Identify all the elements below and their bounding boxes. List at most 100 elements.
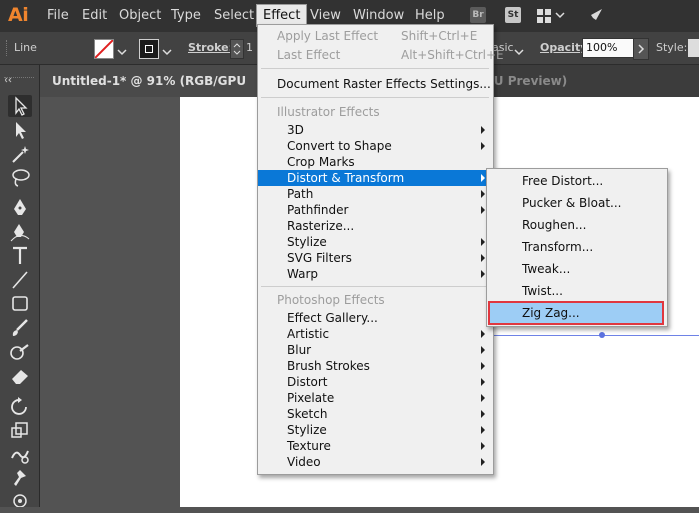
bridge-button[interactable]: Br bbox=[470, 7, 486, 23]
stroke-dropdown-icon[interactable] bbox=[162, 42, 172, 61]
menu-item-3d[interactable]: 3D bbox=[258, 122, 493, 138]
menu-item-texture[interactable]: Texture bbox=[258, 438, 493, 454]
menu-item-effect-gallery[interactable]: Effect Gallery... bbox=[258, 310, 493, 326]
menu-help[interactable]: Help bbox=[415, 8, 445, 23]
submenu-arrow-icon bbox=[481, 458, 485, 466]
pen-tool-icon[interactable] bbox=[8, 197, 32, 219]
rotate-tool-icon[interactable] bbox=[8, 395, 32, 417]
submenu-arrow-icon bbox=[481, 206, 485, 214]
document-tab-2[interactable]: PU Preview) bbox=[485, 65, 567, 97]
submenu-item-label: Tweak... bbox=[522, 262, 571, 276]
shaper-tool-icon[interactable] bbox=[8, 341, 32, 363]
menu-item-brush-strokes[interactable]: Brush Strokes bbox=[258, 358, 493, 374]
submenu-item-twist[interactable]: Twist... bbox=[490, 281, 662, 301]
menu-item-warp[interactable]: Warp bbox=[258, 266, 493, 282]
stroke-label[interactable]: Stroke: bbox=[188, 41, 233, 54]
apply-last-effect-item[interactable]: Apply Last Effect Shift+Ctrl+E bbox=[258, 28, 493, 44]
submenu-item-zig-zag[interactable]: Zig Zag... bbox=[488, 301, 664, 325]
free-transform-tool-icon[interactable] bbox=[8, 491, 32, 513]
menu-edit[interactable]: Edit bbox=[82, 8, 107, 23]
eraser-tool-icon[interactable] bbox=[8, 365, 32, 387]
menu-item-svg-filters[interactable]: SVG Filters bbox=[258, 250, 493, 266]
submenu-item-pucker-bloat[interactable]: Pucker & Bloat... bbox=[490, 193, 662, 213]
photoshop-effects-label: Photoshop Effects bbox=[277, 293, 385, 307]
submenu-item-label: Twist... bbox=[522, 284, 563, 298]
document-tab[interactable]: Untitled-1* @ 91% (RGB/GPU Preview) bbox=[40, 65, 270, 120]
control-grip bbox=[6, 40, 9, 56]
stock-button[interactable]: St bbox=[505, 7, 521, 23]
menu-item-convert-to-shape[interactable]: Convert to Shape bbox=[258, 138, 493, 154]
menu-item-label: Convert to Shape bbox=[287, 139, 392, 153]
stroke-swatch[interactable] bbox=[139, 39, 159, 59]
submenu-arrow-icon bbox=[481, 442, 485, 450]
last-effect-item[interactable]: Last Effect Alt+Shift+Ctrl+E bbox=[258, 47, 504, 63]
selected-line-path[interactable] bbox=[490, 335, 699, 336]
feature-rocket-icon[interactable] bbox=[585, 6, 605, 30]
fill-swatch[interactable] bbox=[94, 39, 114, 59]
menu-item-video[interactable]: Video bbox=[258, 454, 493, 470]
menu-item-blur[interactable]: Blur bbox=[258, 342, 493, 358]
last-effect-shortcut: Alt+Shift+Ctrl+E bbox=[401, 48, 504, 62]
selection-tool-icon[interactable] bbox=[8, 95, 32, 117]
fill-dropdown-icon[interactable] bbox=[117, 42, 127, 61]
line-tool-icon[interactable] bbox=[8, 269, 32, 291]
workspace-layout-icon[interactable] bbox=[537, 8, 565, 28]
menu-separator bbox=[261, 68, 489, 69]
menu-item-artistic[interactable]: Artistic bbox=[258, 326, 493, 342]
type-tool-icon[interactable] bbox=[8, 245, 32, 267]
warp-tool-icon[interactable] bbox=[8, 443, 32, 465]
scale-tool-icon[interactable] bbox=[8, 419, 32, 441]
lasso-tool-icon[interactable] bbox=[8, 167, 32, 189]
menu-item-pixelate[interactable]: Pixelate bbox=[258, 390, 493, 406]
menu-item-label: Stylize bbox=[287, 423, 327, 437]
menu-separator bbox=[261, 286, 489, 287]
direct-selection-tool-icon[interactable] bbox=[8, 119, 32, 141]
magic-wand-tool-icon[interactable] bbox=[8, 143, 32, 165]
submenu-arrow-icon bbox=[481, 426, 485, 434]
path-center-point[interactable] bbox=[599, 332, 605, 338]
menu-item-label: Distort & Transform bbox=[287, 171, 405, 185]
panel-collapse-icon[interactable] bbox=[4, 68, 33, 83]
profile-dropdown-icon[interactable] bbox=[514, 42, 524, 61]
menu-type[interactable]: Type bbox=[171, 8, 201, 23]
rectangle-tool-icon[interactable] bbox=[8, 293, 32, 315]
curvature-tool-icon[interactable] bbox=[8, 221, 32, 243]
submenu-item-transform[interactable]: Transform... bbox=[490, 237, 662, 257]
menu-item-distort[interactable]: Distort bbox=[258, 374, 493, 390]
opacity-input[interactable]: 100% bbox=[582, 38, 635, 58]
menu-item-stylize-ps[interactable]: Stylize bbox=[258, 422, 493, 438]
stroke-weight-value[interactable]: 1 bbox=[246, 41, 253, 54]
menu-object[interactable]: Object bbox=[119, 8, 161, 23]
menu-select[interactable]: Select bbox=[214, 8, 254, 23]
document-raster-effects-item[interactable]: Document Raster Effects Settings... bbox=[258, 76, 493, 92]
paintbrush-tool-icon[interactable] bbox=[8, 317, 32, 339]
menu-item-stylize[interactable]: Stylize bbox=[258, 234, 493, 250]
menu-item-label: Effect Gallery... bbox=[287, 311, 378, 325]
submenu-item-roughen[interactable]: Roughen... bbox=[490, 215, 662, 235]
graphic-style-swatch[interactable] bbox=[688, 39, 699, 57]
last-effect-label: Last Effect bbox=[277, 48, 341, 62]
submenu-item-label: Pucker & Bloat... bbox=[522, 196, 622, 210]
submenu-item-label: Roughen... bbox=[522, 218, 587, 232]
puppet-warp-tool-icon[interactable] bbox=[8, 467, 32, 489]
menu-file[interactable]: File bbox=[47, 8, 69, 23]
menu-item-crop-marks[interactable]: Crop Marks bbox=[258, 154, 493, 170]
tools-panel bbox=[0, 65, 40, 507]
submenu-arrow-icon bbox=[481, 238, 485, 246]
menu-item-distort-transform[interactable]: Distort & Transform bbox=[258, 170, 493, 186]
submenu-item-tweak[interactable]: Tweak... bbox=[490, 259, 662, 279]
menu-item-pathfinder[interactable]: Pathfinder bbox=[258, 202, 493, 218]
menu-view[interactable]: View bbox=[310, 8, 341, 23]
menu-item-path[interactable]: Path bbox=[258, 186, 493, 202]
menu-item-sketch[interactable]: Sketch bbox=[258, 406, 493, 422]
submenu-arrow-icon bbox=[481, 190, 485, 198]
submenu-item-free-distort[interactable]: Free Distort... bbox=[490, 171, 662, 191]
submenu-arrow-icon bbox=[481, 254, 485, 262]
menu-item-rasterize[interactable]: Rasterize... bbox=[258, 218, 493, 234]
opacity-arrow-icon[interactable] bbox=[633, 38, 649, 60]
menu-window[interactable]: Window bbox=[353, 8, 404, 23]
document-raster-effects-label: Document Raster Effects Settings... bbox=[277, 77, 491, 91]
stroke-stepper[interactable] bbox=[230, 39, 244, 59]
menu-item-label: Warp bbox=[287, 267, 319, 281]
illustrator-effects-header: Illustrator Effects bbox=[258, 104, 493, 120]
